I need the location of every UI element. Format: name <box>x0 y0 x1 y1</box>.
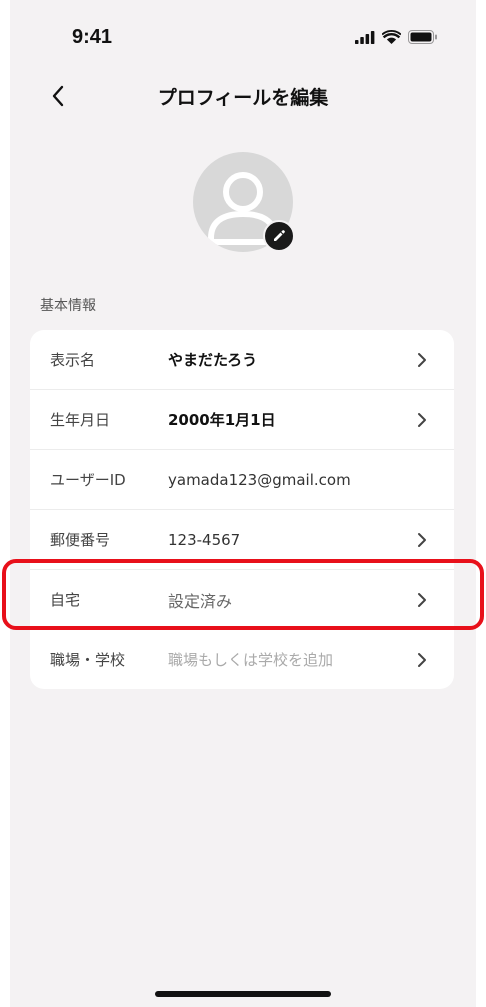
home-indicator <box>155 991 331 997</box>
row-user-id: ユーザーID yamada123@gmail.com <box>30 450 454 510</box>
battery-icon <box>408 30 437 44</box>
chevron-right-icon <box>418 532 426 547</box>
row-label: 自宅 <box>50 591 81 609</box>
row-label: 職場・学校 <box>50 651 126 669</box>
basic-info-card: 表示名 やまだたろう 生年月日 2000年1月1日 ユーザーID yamada1… <box>30 330 454 689</box>
row-value: 123-4567 <box>168 530 241 549</box>
phone-screen: 9:41 プロフィールを編集 基本情報 表示名 やまだたろう 生年月日 2000… <box>10 0 476 1007</box>
status-icons <box>355 30 438 44</box>
edit-avatar-button[interactable] <box>263 220 295 252</box>
section-label-basic-info: 基本情報 <box>40 298 96 314</box>
row-label: 郵便番号 <box>50 531 111 549</box>
avatar-section <box>193 152 295 252</box>
row-birthday[interactable]: 生年月日 2000年1月1日 <box>30 390 454 450</box>
navigation-bar: プロフィールを編集 <box>10 74 476 118</box>
row-label: 生年月日 <box>50 411 111 429</box>
row-label: ユーザーID <box>50 471 126 489</box>
cellular-signal-icon <box>355 30 375 44</box>
page-title: プロフィールを編集 <box>157 87 329 109</box>
status-time: 9:41 <box>72 26 113 48</box>
row-work-school[interactable]: 職場・学校 職場もしくは学校を追加 <box>30 630 454 689</box>
status-bar: 9:41 <box>10 0 476 70</box>
row-value: 2000年1月1日 <box>168 411 276 429</box>
wifi-icon <box>382 30 401 44</box>
row-value: 職場もしくは学校を追加 <box>168 651 334 669</box>
row-value: 設定済み <box>168 591 233 611</box>
row-home[interactable]: 自宅 設定済み <box>30 570 454 630</box>
row-display-name[interactable]: 表示名 やまだたろう <box>30 330 454 390</box>
row-value: yamada123@gmail.com <box>168 470 351 489</box>
row-label: 表示名 <box>50 351 96 369</box>
row-value: やまだたろう <box>168 351 258 369</box>
chevron-right-icon <box>418 592 426 607</box>
chevron-right-icon <box>418 412 426 427</box>
chevron-right-icon <box>418 352 426 367</box>
pencil-icon <box>274 230 285 241</box>
chevron-right-icon <box>418 652 426 667</box>
row-postal-code[interactable]: 郵便番号 123-4567 <box>30 510 454 570</box>
